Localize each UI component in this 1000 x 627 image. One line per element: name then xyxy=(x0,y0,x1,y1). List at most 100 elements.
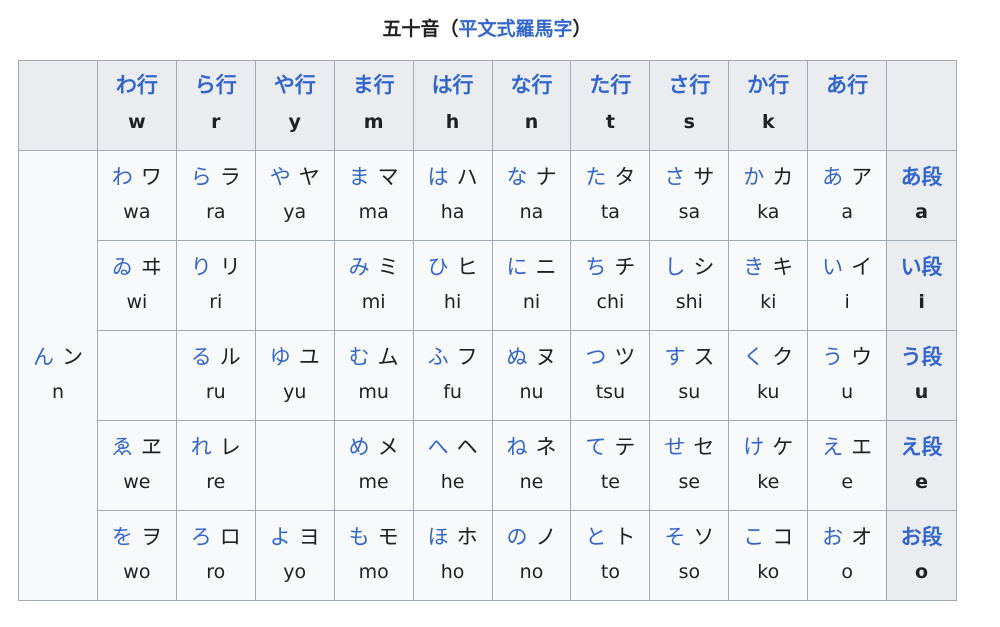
dan-kana-link[interactable]: え段 xyxy=(887,433,956,461)
column-kana-link[interactable]: は行 xyxy=(414,71,492,99)
katakana: ヤ xyxy=(298,164,320,189)
column-kana-link[interactable]: な行 xyxy=(493,71,571,99)
kana-cell: とト to xyxy=(570,510,651,601)
hiragana-link[interactable]: お xyxy=(822,525,843,549)
kana-pair: にニ xyxy=(493,253,571,281)
hiragana-link[interactable]: や xyxy=(270,165,291,189)
kana-pair: まマ xyxy=(335,163,413,191)
dan-header: え段 e xyxy=(886,420,957,511)
hiragana-link[interactable]: て xyxy=(585,435,606,459)
kana-cell: うウu xyxy=(807,330,888,421)
hiragana-link[interactable]: ら xyxy=(191,165,212,189)
hiragana-link[interactable]: わ xyxy=(112,165,133,189)
hiragana-link[interactable]: に xyxy=(506,255,527,279)
hiragana-link[interactable]: そ xyxy=(664,525,685,549)
kana-pair: くク xyxy=(729,343,807,371)
katakana: ノ xyxy=(535,524,557,549)
hiragana-link[interactable]: こ xyxy=(743,525,764,549)
column-kana-link[interactable]: ら行 xyxy=(177,71,255,99)
dan-header: う段 u xyxy=(886,330,957,421)
caption-suffix: ） xyxy=(572,18,592,40)
dan-kana-link[interactable]: お段 xyxy=(887,523,956,551)
kana-pair: ゆユ xyxy=(256,343,334,371)
dan-romaji: o xyxy=(915,560,929,583)
hiragana-link[interactable]: ゆ xyxy=(270,345,291,369)
hiragana-link[interactable]: ん xyxy=(33,345,54,369)
hiragana-link[interactable]: を xyxy=(112,525,133,549)
romaji: mo xyxy=(358,560,389,583)
dan-kana-link[interactable]: い段 xyxy=(887,253,956,281)
hiragana-link[interactable]: せ xyxy=(664,435,685,459)
column-kana-link[interactable]: あ行 xyxy=(808,71,886,99)
hiragana-link[interactable]: ろ xyxy=(191,525,212,549)
hiragana-link[interactable]: も xyxy=(349,525,370,549)
caption-romanization-link[interactable]: 平文式羅馬字 xyxy=(458,18,572,40)
kana-pair: のノ xyxy=(493,523,571,551)
hiragana-link[interactable]: ま xyxy=(349,165,370,189)
hiragana-link[interactable]: ち xyxy=(585,255,606,279)
romaji: me xyxy=(358,470,389,493)
hiragana-link[interactable]: な xyxy=(506,165,527,189)
kana-cell: よヨ yo xyxy=(254,510,335,601)
katakana: ス xyxy=(693,344,715,369)
hiragana-link[interactable]: ゐ xyxy=(112,255,133,279)
hiragana-link[interactable]: き xyxy=(743,255,764,279)
katakana: ム xyxy=(377,344,399,369)
column-kana-link[interactable]: や行 xyxy=(256,71,334,99)
romaji: se xyxy=(678,470,701,493)
hiragana-link[interactable]: は xyxy=(428,165,449,189)
kana-cell: ゐヰ wi xyxy=(96,240,177,331)
hiragana-link[interactable]: い xyxy=(822,255,843,279)
hiragana-link[interactable]: ふ xyxy=(428,345,449,369)
column-kana-link[interactable]: か行 xyxy=(729,71,807,99)
romaji: ra xyxy=(206,200,226,223)
hiragana-link[interactable]: け xyxy=(743,435,764,459)
katakana: ワ xyxy=(140,164,162,189)
katakana: ネ xyxy=(535,434,557,459)
kana-pair: さサ xyxy=(650,163,728,191)
hiragana-link[interactable]: ぬ xyxy=(506,345,527,369)
hiragana-link[interactable]: ゑ xyxy=(112,435,133,459)
hiragana-link[interactable]: か xyxy=(743,165,764,189)
kana-pair: かカ xyxy=(729,163,807,191)
column-kana-link[interactable]: さ行 xyxy=(650,71,728,99)
column-kana-link[interactable]: た行 xyxy=(571,71,649,99)
kana-cell: ほホ ho xyxy=(412,510,493,601)
hiragana-link[interactable]: め xyxy=(349,435,370,459)
dan-kana-link[interactable]: あ段 xyxy=(887,163,956,191)
hiragana-link[interactable]: れ xyxy=(191,435,212,459)
hiragana-link[interactable]: る xyxy=(191,345,212,369)
hiragana-link[interactable]: く xyxy=(743,345,764,369)
romaji: he xyxy=(440,470,465,493)
dan-header: あ段 a xyxy=(886,150,957,241)
kana-pair: こコ xyxy=(729,523,807,551)
column-kana-link[interactable]: わ行 xyxy=(98,71,176,99)
column-romaji: t xyxy=(605,110,615,133)
kana-cell: ろロ ro xyxy=(175,510,256,601)
hiragana-link[interactable]: し xyxy=(664,255,685,279)
hiragana-link[interactable]: と xyxy=(585,525,606,549)
hiragana-link[interactable]: む xyxy=(349,345,370,369)
hiragana-link[interactable]: あ xyxy=(822,165,843,189)
hiragana-link[interactable]: さ xyxy=(664,165,685,189)
hiragana-link[interactable]: つ xyxy=(585,345,606,369)
hiragana-link[interactable]: え xyxy=(822,435,843,459)
hiragana-link[interactable]: た xyxy=(585,165,606,189)
hiragana-link[interactable]: へ xyxy=(428,435,449,459)
dan-kana-link[interactable]: う段 xyxy=(887,343,956,371)
hiragana-link[interactable]: り xyxy=(191,255,212,279)
hiragana-link[interactable]: ほ xyxy=(428,525,449,549)
kana-cell: りリ ri xyxy=(175,240,256,331)
hiragana-link[interactable]: ね xyxy=(506,435,527,459)
kana-cell: ぬヌ nu xyxy=(491,330,572,421)
hiragana-link[interactable]: す xyxy=(664,345,685,369)
romaji: ko xyxy=(757,560,780,583)
hiragana-link[interactable]: み xyxy=(349,255,370,279)
hiragana-link[interactable]: う xyxy=(822,345,843,369)
hiragana-link[interactable]: の xyxy=(506,525,527,549)
hiragana-link[interactable]: ひ xyxy=(428,255,449,279)
hiragana-link[interactable]: よ xyxy=(270,525,291,549)
kana-cell: せセ se xyxy=(649,420,730,511)
column-kana-link[interactable]: ま行 xyxy=(335,71,413,99)
romaji: i xyxy=(844,290,850,313)
